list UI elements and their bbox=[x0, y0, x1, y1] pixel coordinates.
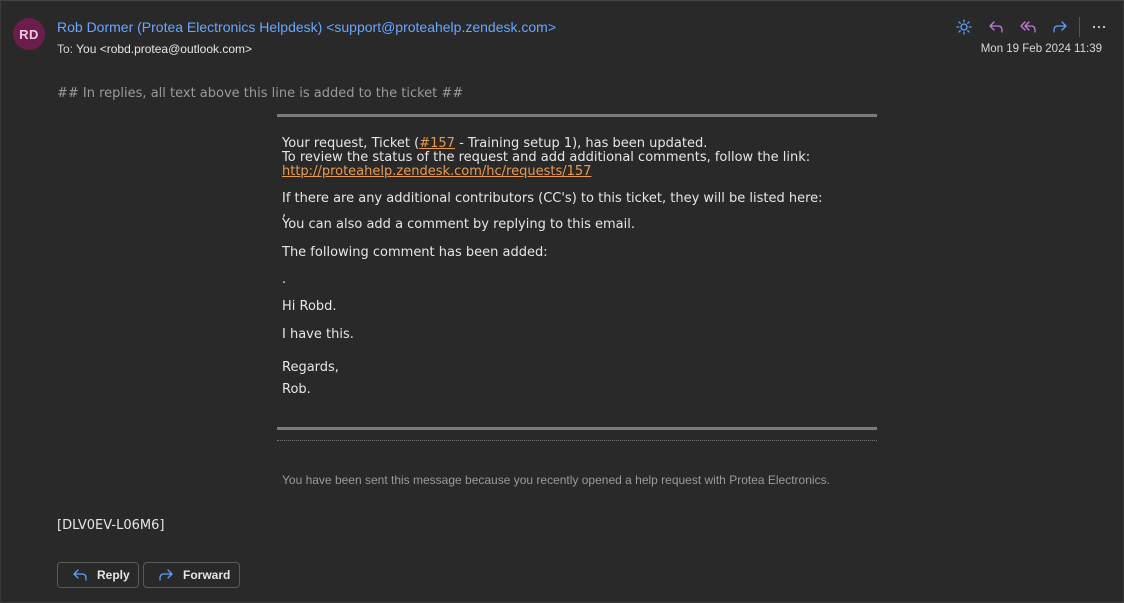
ticket-link[interactable]: #157 bbox=[419, 136, 455, 151]
recipient[interactable]: You <robd.protea@outlook.com> bbox=[76, 42, 252, 56]
comment-dot: . bbox=[282, 272, 287, 287]
reply-separator-text: ## In replies, all text above this line … bbox=[57, 86, 464, 101]
comment-greeting: Hi Robd. bbox=[282, 299, 337, 314]
message-body: Your request, Ticket (#157 - Training se… bbox=[277, 117, 877, 397]
cc-text: If there are any additional contributors… bbox=[282, 191, 823, 206]
bottom-rule bbox=[277, 427, 877, 430]
reply-hint: You can also add a comment by replying t… bbox=[282, 217, 636, 232]
to-label: To: bbox=[57, 42, 74, 56]
reply-all-icon[interactable] bbox=[1012, 15, 1044, 39]
ticket-reference-code: [DLV0EV-L06M6] bbox=[57, 518, 165, 533]
comment-intro: The following comment has been added: bbox=[282, 245, 548, 260]
more-icon[interactable] bbox=[1083, 15, 1115, 39]
message-date: Mon 19 Feb 2024 11:39 bbox=[980, 43, 1102, 55]
update-post: - Training setup 1), has been updated. bbox=[454, 136, 708, 151]
forward-button[interactable]: Forward bbox=[143, 562, 240, 588]
message-toolbar bbox=[948, 15, 1115, 39]
reply-button[interactable]: Reply bbox=[57, 562, 139, 588]
avatar[interactable]: RD bbox=[13, 18, 45, 50]
sun-icon[interactable] bbox=[948, 15, 980, 39]
reply-icon bbox=[72, 567, 88, 583]
request-url-link[interactable]: http://proteahelp.zendesk.com/hc/request… bbox=[282, 164, 591, 179]
reply-button-label: Reply bbox=[97, 568, 130, 582]
footer-note: You have been sent this message because … bbox=[282, 473, 830, 487]
ticket-update-card: Your request, Ticket (#157 - Training se… bbox=[277, 114, 877, 397]
forward-icon[interactable] bbox=[1044, 15, 1076, 39]
reply-icon[interactable] bbox=[980, 15, 1012, 39]
toolbar-divider bbox=[1079, 17, 1080, 37]
update-pre: Your request, Ticket ( bbox=[282, 136, 420, 151]
recipient-line: To: You <robd.protea@outlook.com> bbox=[57, 42, 252, 56]
review-text: To review the status of the request and … bbox=[282, 150, 811, 165]
forward-button-label: Forward bbox=[183, 568, 231, 582]
sender-name[interactable]: Rob Dormer (Protea Electronics Helpdesk)… bbox=[57, 19, 556, 35]
comment-body: I have this. bbox=[282, 327, 354, 342]
comment-signoff: Regards, bbox=[282, 360, 339, 375]
update-line: Your request, Ticket (#157 - Training se… bbox=[282, 137, 872, 151]
dotted-rule bbox=[277, 440, 877, 441]
comment-signature: Rob. bbox=[282, 382, 311, 397]
forward-icon bbox=[158, 567, 174, 583]
